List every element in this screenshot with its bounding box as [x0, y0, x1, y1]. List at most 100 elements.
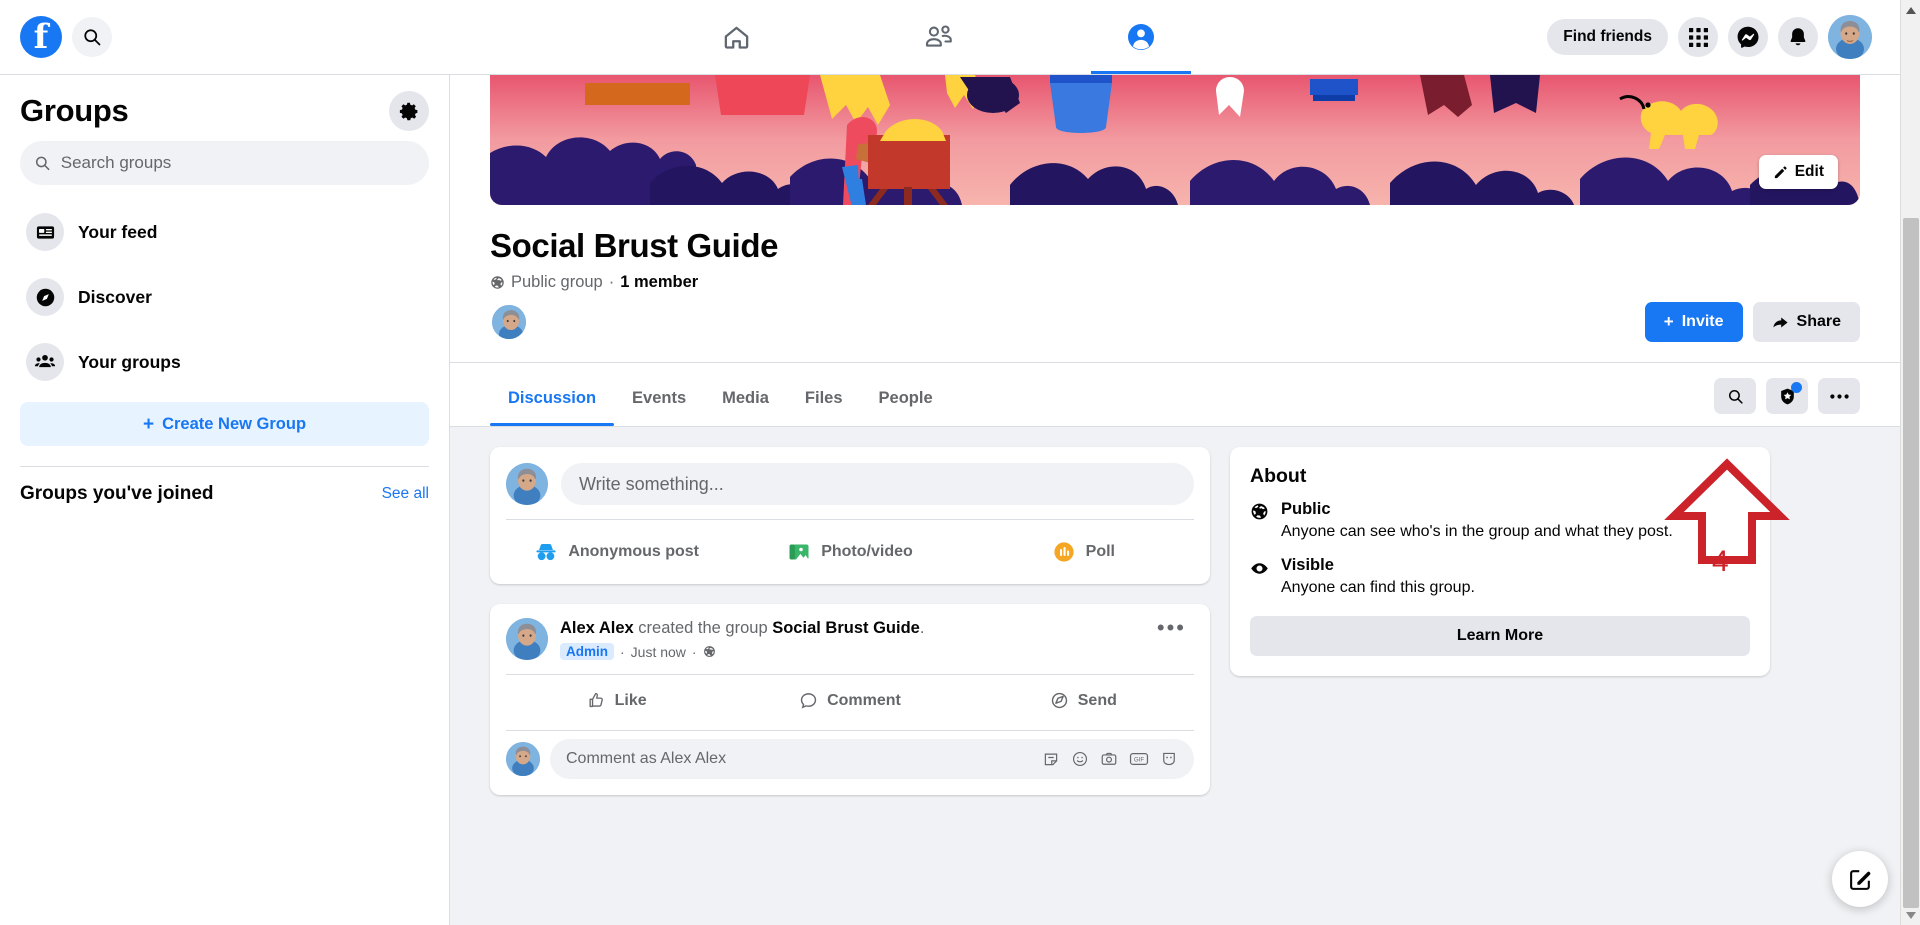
group-info: Social Brust Guide Public group · 1 memb…	[450, 205, 1900, 292]
post-composer-card: Anonymous post Photo	[490, 447, 1210, 584]
search-groups-field[interactable]	[20, 141, 429, 185]
group-tabs: Discussion Events Media Files People	[490, 377, 951, 426]
messenger-icon[interactable]	[1728, 17, 1768, 57]
send-label: Send	[1077, 691, 1117, 709]
anonymous-post-label: Anonymous post	[568, 543, 699, 560]
meta-dot-1: ·	[620, 643, 625, 660]
tab-events[interactable]: Events	[614, 377, 704, 426]
group-action-row: + Invite Share	[450, 292, 1900, 342]
post-action-row: Like Comment Send	[490, 675, 1210, 726]
sidebar-item-your-groups[interactable]: Your groups	[20, 337, 429, 387]
comment-input-wrapper[interactable]: GIF	[550, 739, 1194, 780]
sidebar-item-your-feed[interactable]: Your feed	[20, 207, 429, 257]
post-author-avatar[interactable]	[506, 618, 548, 660]
emoji-icon[interactable]	[1071, 750, 1089, 768]
post-period: .	[919, 619, 925, 637]
sticker-icon[interactable]	[1042, 750, 1060, 768]
group-cover-photo[interactable]: Edit	[490, 75, 1860, 205]
group-buttons: + Invite Share	[1644, 302, 1860, 342]
topbar-nav-icons	[330, 0, 1547, 74]
comment-bubble-icon	[799, 691, 818, 710]
nav-groups-icon[interactable]	[1085, 0, 1197, 74]
photo-video-button[interactable]: Photo/video	[733, 528, 966, 576]
search-icon[interactable]	[72, 17, 112, 57]
tab-discussion[interactable]: Discussion	[490, 377, 615, 426]
nav-home-icon[interactable]	[681, 0, 793, 74]
group-header: Edit Social Brust Guide Public group · 1…	[450, 75, 1900, 427]
tab-media[interactable]: Media	[704, 377, 787, 426]
scroll-down-arrow-icon[interactable]	[1901, 905, 1920, 925]
send-button[interactable]: Send	[967, 681, 1200, 720]
poll-button[interactable]: Poll	[967, 528, 1200, 576]
bell-icon[interactable]	[1778, 17, 1818, 57]
sidebar-divider	[20, 466, 429, 467]
member-avatar[interactable]	[490, 303, 528, 341]
comment-icon-row: GIF	[1042, 750, 1178, 768]
globe-icon	[490, 275, 505, 290]
post-timestamp[interactable]: Just now	[631, 644, 686, 660]
sidebar-item-label: Discover	[78, 286, 152, 307]
see-all-link[interactable]: See all	[382, 485, 429, 503]
post-author-name[interactable]: Alex Alex	[560, 619, 634, 637]
comment-composer-row: GIF	[490, 731, 1210, 795]
group-meta: Public group · 1 member	[490, 273, 1860, 292]
invite-button[interactable]: + Invite	[1644, 302, 1743, 342]
write-something-input[interactable]	[561, 463, 1194, 505]
avatar-sticker-icon[interactable]	[1160, 750, 1178, 768]
groups-joined-header: Groups you've joined See all	[20, 483, 429, 505]
sidebar-item-label: Your feed	[78, 221, 158, 242]
invite-label: Invite	[1681, 313, 1724, 330]
about-item-visible: Visible Anyone can find this group.	[1250, 556, 1750, 598]
comment-button[interactable]: Comment	[733, 681, 966, 720]
facebook-groups-page: Find friends	[0, 0, 1920, 925]
more-options-button[interactable]	[1818, 378, 1860, 414]
facebook-logo-icon[interactable]	[20, 16, 62, 58]
camera-icon[interactable]	[1100, 750, 1118, 768]
search-groups-input[interactable]	[60, 153, 415, 173]
scroll-up-arrow-icon[interactable]	[1901, 0, 1920, 20]
comment-input[interactable]	[566, 750, 1042, 769]
find-friends-button[interactable]: Find friends	[1547, 19, 1668, 55]
create-new-group-label: Create New Group	[162, 414, 307, 433]
post-story-line: Alex Alex created the group Social Brust…	[560, 618, 1149, 639]
post-header-text: Alex Alex created the group Social Brust…	[548, 618, 1149, 661]
like-button[interactable]: Like	[500, 681, 733, 720]
status-badge: Admin	[560, 643, 614, 661]
photo-video-icon	[787, 540, 811, 564]
group-tabs-row: Discussion Events Media Files People	[450, 362, 1900, 426]
share-button[interactable]: Share	[1752, 302, 1860, 342]
about-heading: Public	[1281, 500, 1331, 518]
post-more-button[interactable]: •••	[1149, 617, 1194, 639]
tab-files[interactable]: Files	[787, 377, 861, 426]
edit-cover-button[interactable]: Edit	[1758, 155, 1838, 189]
meta-dot-2: ·	[691, 643, 697, 660]
sidebar-item-discover[interactable]: Discover	[20, 272, 429, 322]
scrollbar-thumb[interactable]	[1903, 218, 1919, 908]
search-posts-button[interactable]	[1714, 378, 1756, 414]
poll-label: Poll	[1085, 543, 1115, 560]
sidebar-title: Groups	[20, 93, 129, 128]
share-label: Share	[1796, 313, 1841, 330]
meta-separator: ·	[608, 273, 615, 291]
grid-menu-icon[interactable]	[1678, 17, 1718, 57]
globe-icon	[1250, 500, 1269, 542]
sidebar-item-label: Your groups	[78, 351, 181, 372]
anonymous-post-button[interactable]: Anonymous post	[500, 528, 733, 576]
comment-avatar[interactable]	[506, 742, 540, 777]
send-icon	[1050, 691, 1069, 710]
learn-more-button[interactable]: Learn More	[1250, 616, 1750, 657]
page-scrollbar[interactable]	[1900, 0, 1920, 925]
nav-friends-icon[interactable]	[883, 0, 995, 74]
photo-video-label: Photo/video	[821, 543, 913, 560]
post-meta-line: Admin · Just now ·	[560, 643, 1149, 661]
gear-icon[interactable]	[389, 91, 429, 131]
about-title: About	[1250, 465, 1307, 487]
feed-column: Anonymous post Photo	[490, 447, 1210, 815]
tab-people[interactable]: People	[861, 377, 951, 426]
account-avatar[interactable]	[1828, 15, 1872, 59]
post-target-group[interactable]: Social Brust Guide	[772, 619, 920, 637]
create-post-fab[interactable]	[1832, 851, 1888, 907]
create-new-group-button[interactable]: + Create New Group	[20, 402, 429, 446]
admin-tools-button[interactable]	[1766, 378, 1808, 414]
gif-icon[interactable]: GIF	[1129, 750, 1149, 768]
